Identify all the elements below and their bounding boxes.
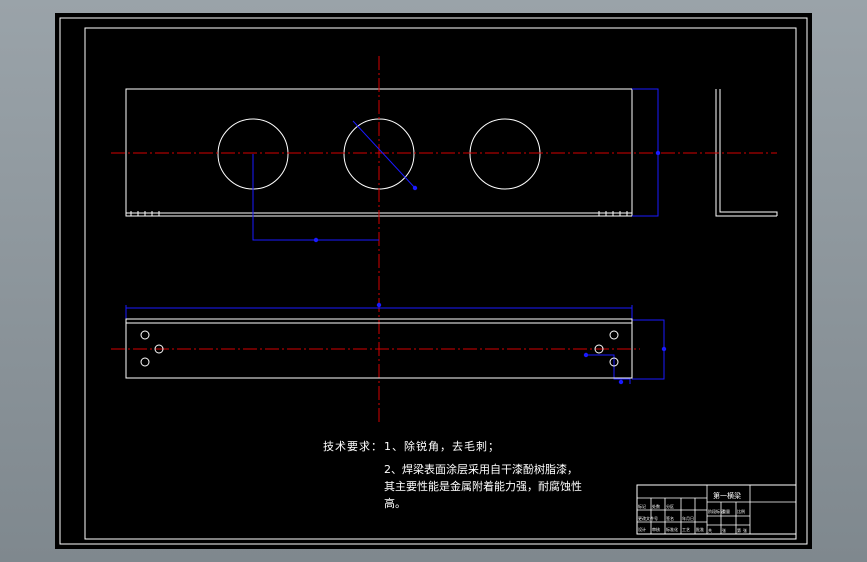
- tb-cell-10: 重量: [722, 508, 730, 514]
- tb-cell-14: 批准: [696, 526, 704, 532]
- center-lines: [111, 56, 777, 423]
- tb-cell-18: 张: [743, 527, 747, 533]
- bolt-hole-1[interactable]: [140, 330, 150, 340]
- dimensions: [125, 88, 665, 384]
- tb-cell-8: 标准化: [666, 526, 678, 532]
- notes-heading: 技术要求：: [323, 440, 383, 453]
- tb-cell-17: 第: [737, 527, 741, 533]
- tb-cell-1: 标记: [638, 503, 646, 509]
- bolt-hole-4[interactable]: [609, 330, 619, 340]
- tb-cell-4: 更改文件号: [638, 515, 658, 521]
- cad-viewport[interactable]: 技术要求： 1、除锐角，去毛刺； 2、焊梁表面涂层采用自干漆酚树脂漆， 其主要性…: [55, 13, 812, 549]
- tb-cell-16: 张: [722, 527, 726, 533]
- note-2-line-3: 高。: [384, 496, 406, 510]
- tb-cell-13: 工艺: [682, 527, 690, 532]
- hole-right[interactable]: [469, 118, 541, 190]
- drawing-canvas[interactable]: 技术要求： 1、除锐角，去毛刺； 2、焊梁表面涂层采用自干漆酚树脂漆， 其主要性…: [55, 13, 812, 549]
- tb-cell-6: 年月日: [682, 515, 694, 521]
- tb-cell-2: 处数: [652, 503, 660, 509]
- tb-cell-15: 共: [708, 527, 712, 533]
- technical-notes: 技术要求： 1、除锐角，去毛刺； 2、焊梁表面涂层采用自干漆酚树脂漆， 其主要性…: [323, 439, 582, 510]
- part-name: 第一横梁: [713, 491, 741, 500]
- tb-cell-7: 设计: [638, 526, 646, 532]
- bolt-hole-2[interactable]: [140, 357, 150, 367]
- tb-cell-11: 比例: [737, 508, 745, 514]
- note-2-line-2: 其主要性能是金属附着能力强，耐腐蚀性: [384, 479, 582, 493]
- title-block[interactable]: 第一横梁 标记 处数 分区 更改文件号 签名 年月日 设计 标准化 阶段标记 重…: [636, 484, 797, 535]
- note-2-line-1: 2、焊梁表面涂层采用自干漆酚树脂漆，: [384, 462, 578, 476]
- tb-cell-3: 分区: [666, 503, 674, 509]
- note-1: 1、除锐角，去毛刺；: [384, 439, 500, 453]
- tb-cell-12: 审核: [652, 526, 660, 532]
- tb-cell-5: 签名: [666, 515, 674, 521]
